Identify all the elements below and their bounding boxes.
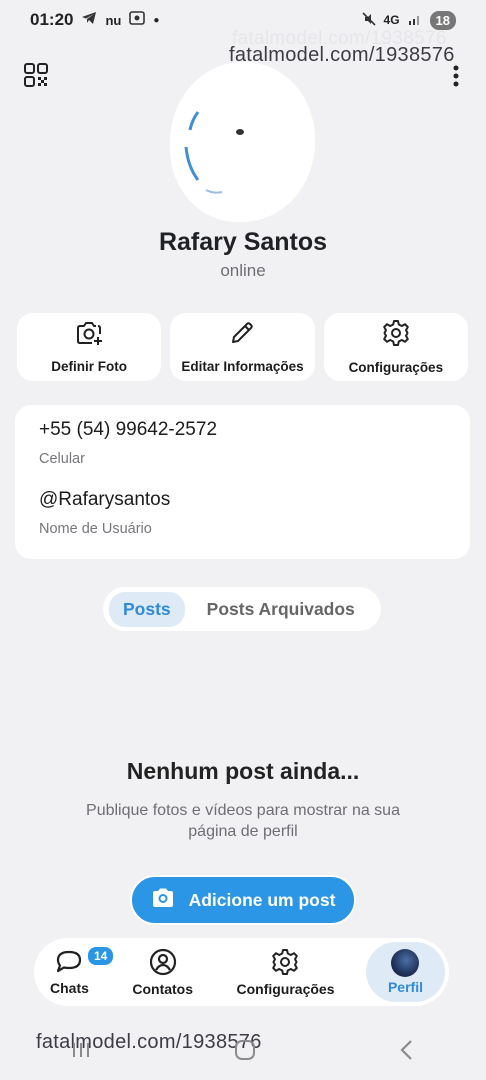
nav-chats-label: Chats bbox=[50, 979, 89, 996]
add-post-button[interactable]: Adicione um post bbox=[130, 875, 356, 925]
more-options-icon[interactable] bbox=[452, 64, 460, 93]
back-icon[interactable] bbox=[398, 1039, 416, 1066]
nav-contacts[interactable]: Contatos bbox=[120, 942, 205, 1002]
empty-state-title: Nenhum post ainda... bbox=[126, 758, 360, 784]
gear-icon bbox=[382, 319, 410, 352]
nav-settings-label: Configurações bbox=[236, 980, 335, 997]
battery-indicator: 18 bbox=[429, 10, 456, 30]
nav-contacts-label: Contatos bbox=[132, 980, 194, 997]
nav-profile[interactable]: Perfil bbox=[365, 942, 445, 1002]
set-photo-label: Definir Foto bbox=[51, 359, 128, 374]
profile-status: online bbox=[220, 261, 266, 280]
notification-dot-icon: ● bbox=[153, 14, 160, 26]
mute-icon bbox=[361, 11, 376, 29]
settings-button[interactable]: Configurações bbox=[323, 313, 468, 381]
qr-code-icon[interactable] bbox=[24, 63, 48, 92]
posts-tabs: Posts Posts Arquivados bbox=[103, 587, 381, 631]
chats-badge: 14 bbox=[86, 945, 116, 967]
profile-actions: Definir Foto Editar Informações Configur… bbox=[17, 313, 468, 381]
status-time: 01:20 bbox=[30, 10, 74, 29]
phone-label: Celular bbox=[39, 451, 85, 467]
network-label: 4G bbox=[383, 13, 400, 27]
tab-posts[interactable]: Posts bbox=[109, 591, 185, 627]
username-label: Nome de Usuário bbox=[39, 521, 152, 537]
status-left: 01:20 nu ● bbox=[30, 10, 159, 30]
chat-icon bbox=[54, 949, 84, 978]
screenshot-icon bbox=[129, 10, 146, 30]
pencil-icon bbox=[229, 320, 255, 351]
avatar bbox=[391, 949, 420, 977]
nav-profile-label: Perfil bbox=[387, 979, 423, 995]
bottom-nav: 14 Chats Contatos Configurações Perfil bbox=[34, 938, 449, 1006]
profile-avatar[interactable] bbox=[170, 62, 315, 222]
nav-settings[interactable]: Configurações bbox=[224, 942, 346, 1002]
profile-name: Rafary Santos bbox=[158, 228, 328, 256]
set-photo-button[interactable]: Definir Foto bbox=[17, 313, 162, 381]
gear-icon bbox=[271, 948, 299, 979]
edit-info-button[interactable]: Editar Informações bbox=[170, 313, 315, 381]
system-nav-bar bbox=[0, 1030, 486, 1075]
nubank-icon: nu bbox=[105, 12, 122, 28]
profile-info-card: +55 (54) 99642-2572 Celular @Rafarysanto… bbox=[15, 405, 470, 559]
tab-archived-posts[interactable]: Posts Arquivados bbox=[193, 592, 369, 627]
contact-icon bbox=[149, 948, 177, 979]
edit-info-label: Editar Informações bbox=[181, 359, 304, 374]
signal-icon bbox=[408, 13, 422, 28]
camera-plus-icon bbox=[75, 320, 103, 351]
add-post-label: Adicione um post bbox=[188, 889, 336, 910]
settings-label: Configurações bbox=[348, 360, 444, 375]
camera-icon bbox=[151, 887, 175, 914]
telegram-icon bbox=[81, 10, 97, 30]
recent-apps-icon[interactable] bbox=[70, 1040, 92, 1065]
phone-number[interactable]: +55 (54) 99642-2572 bbox=[39, 419, 446, 441]
home-icon[interactable] bbox=[233, 1038, 257, 1067]
nav-chats[interactable]: 14 Chats bbox=[38, 942, 116, 1002]
username[interactable]: @Rafarysantos bbox=[39, 489, 446, 511]
empty-state-text: Publique fotos e vídeos para mostrar na … bbox=[86, 802, 400, 840]
status-right: 4G 18 bbox=[361, 10, 456, 30]
